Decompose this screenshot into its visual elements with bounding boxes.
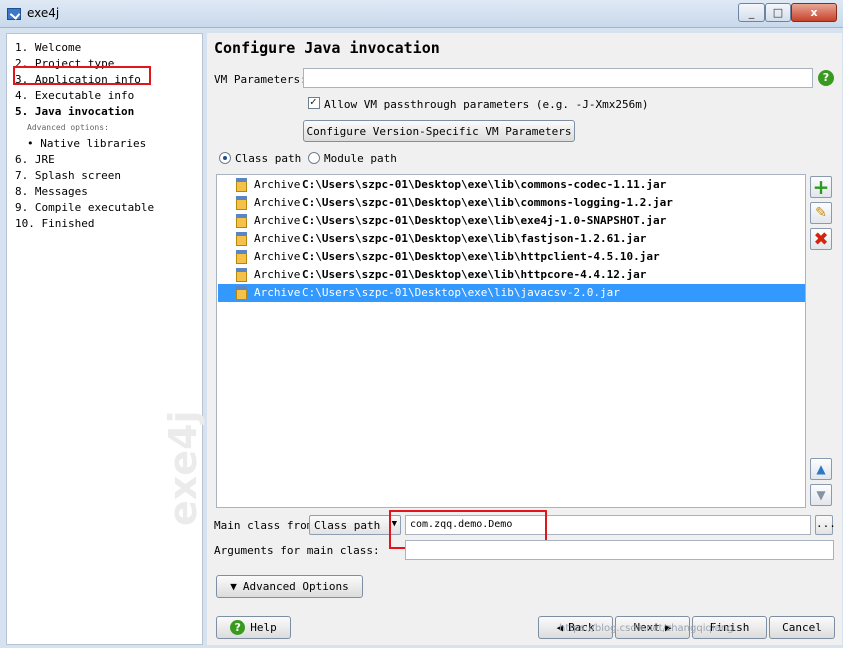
class-path-radio-label: Class path bbox=[235, 152, 302, 165]
highlight-box-current-step bbox=[13, 66, 151, 85]
allow-passthrough-checkbox[interactable] bbox=[308, 95, 320, 109]
jar-archive-icon bbox=[236, 286, 247, 300]
move-up-button[interactable]: ▲ bbox=[810, 458, 832, 480]
csdn-watermark: https://blog.csdn.net/zhangqiqiang bbox=[559, 623, 734, 634]
add-icon: + bbox=[812, 175, 830, 199]
jar-archive-icon bbox=[236, 178, 247, 192]
vm-parameters-input[interactable] bbox=[303, 68, 813, 88]
exe4j-app-icon bbox=[7, 8, 21, 20]
browse-main-class-button[interactable]: ... bbox=[815, 515, 836, 535]
jar-archive-icon bbox=[236, 214, 247, 228]
class-path-radio[interactable] bbox=[219, 152, 231, 164]
classpath-list[interactable]: Archive C:\Users\szpc-01\Desktop\exe\lib… bbox=[216, 174, 806, 508]
step-java-invocation[interactable]: 5. Java invocation bbox=[15, 105, 134, 118]
classpath-row[interactable]: Archive C:\Users\szpc-01\Desktop\exe\lib… bbox=[218, 230, 805, 248]
advanced-options-label: Advanced options: bbox=[27, 123, 109, 132]
step-native-libraries[interactable]: • Native libraries bbox=[27, 137, 146, 150]
maximize-button[interactable]: □ bbox=[765, 3, 791, 22]
cancel-button[interactable]: Cancel bbox=[769, 616, 835, 639]
allow-passthrough-label: Allow VM passthrough parameters (e.g. -J… bbox=[324, 98, 649, 111]
jar-archive-icon bbox=[236, 196, 247, 210]
main-class-source-select[interactable]: Class path ▼ bbox=[309, 515, 401, 535]
edit-icon: ✎ bbox=[815, 205, 827, 221]
step-executable-info[interactable]: 4. Executable info bbox=[15, 89, 134, 102]
close-button[interactable]: x bbox=[791, 3, 837, 22]
help-button[interactable]: ? Help bbox=[216, 616, 291, 639]
vm-parameters-label: VM Parameters: bbox=[214, 73, 307, 86]
help-circle-icon: ? bbox=[230, 620, 246, 635]
module-path-radio[interactable] bbox=[308, 152, 320, 164]
step-messages[interactable]: 8. Messages bbox=[15, 185, 88, 198]
jar-archive-icon bbox=[236, 232, 247, 246]
page-title: Configure Java invocation bbox=[214, 39, 440, 57]
classpath-row[interactable]: Archive C:\Users\szpc-01\Desktop\exe\lib… bbox=[218, 248, 805, 266]
arrow-up-icon: ▲ bbox=[816, 462, 826, 476]
triangle-down-icon: ▼ bbox=[230, 580, 237, 593]
title-bar: exe4j _ □ x bbox=[0, 0, 843, 28]
arguments-label: Arguments for main class: bbox=[214, 544, 380, 557]
remove-entry-button[interactable]: ✖ bbox=[810, 228, 832, 250]
wizard-steps-sidebar: 1. Welcome 2. Project type 3. Applicatio… bbox=[6, 33, 205, 645]
window-title: exe4j bbox=[27, 6, 60, 20]
arguments-input[interactable] bbox=[405, 540, 834, 560]
step-finished[interactable]: 10. Finished bbox=[15, 217, 94, 230]
main-panel: Configure Java invocation VM Parameters:… bbox=[207, 33, 842, 645]
step-jre[interactable]: 6. JRE bbox=[15, 153, 55, 166]
jar-archive-icon bbox=[236, 250, 247, 264]
step-welcome[interactable]: 1. Welcome bbox=[15, 41, 81, 54]
jar-archive-icon bbox=[236, 268, 247, 282]
classpath-row[interactable]: Archive C:\Users\szpc-01\Desktop\exe\lib… bbox=[218, 212, 805, 230]
configure-version-vm-button[interactable]: Configure Version-Specific VM Parameters bbox=[303, 120, 575, 142]
classpath-row[interactable]: Archive C:\Users\szpc-01\Desktop\exe\lib… bbox=[218, 194, 805, 212]
advanced-options-button[interactable]: ▼ Advanced Options bbox=[216, 575, 363, 598]
classpath-row[interactable]: Archive C:\Users\szpc-01\Desktop\exe\lib… bbox=[218, 266, 805, 284]
main-class-from-label: Main class from bbox=[214, 519, 314, 532]
exe4j-logo-watermark: exe4j bbox=[161, 410, 205, 526]
move-down-button[interactable]: ▼ bbox=[810, 484, 832, 506]
step-splash-screen[interactable]: 7. Splash screen bbox=[15, 169, 121, 182]
edit-entry-button[interactable]: ✎ bbox=[810, 202, 832, 224]
step-compile-executable[interactable]: 9. Compile executable bbox=[15, 201, 154, 214]
arrow-down-icon: ▼ bbox=[816, 488, 826, 502]
classpath-row-selected[interactable]: Archive C:\Users\szpc-01\Desktop\exe\lib… bbox=[218, 284, 805, 302]
help-icon[interactable]: ? bbox=[818, 70, 834, 86]
minimize-button[interactable]: _ bbox=[738, 3, 765, 22]
remove-icon: ✖ bbox=[813, 228, 829, 250]
add-entry-button[interactable]: + bbox=[810, 175, 832, 199]
classpath-row[interactable]: Archive C:\Users\szpc-01\Desktop\exe\lib… bbox=[218, 176, 805, 194]
module-path-radio-label: Module path bbox=[324, 152, 397, 165]
